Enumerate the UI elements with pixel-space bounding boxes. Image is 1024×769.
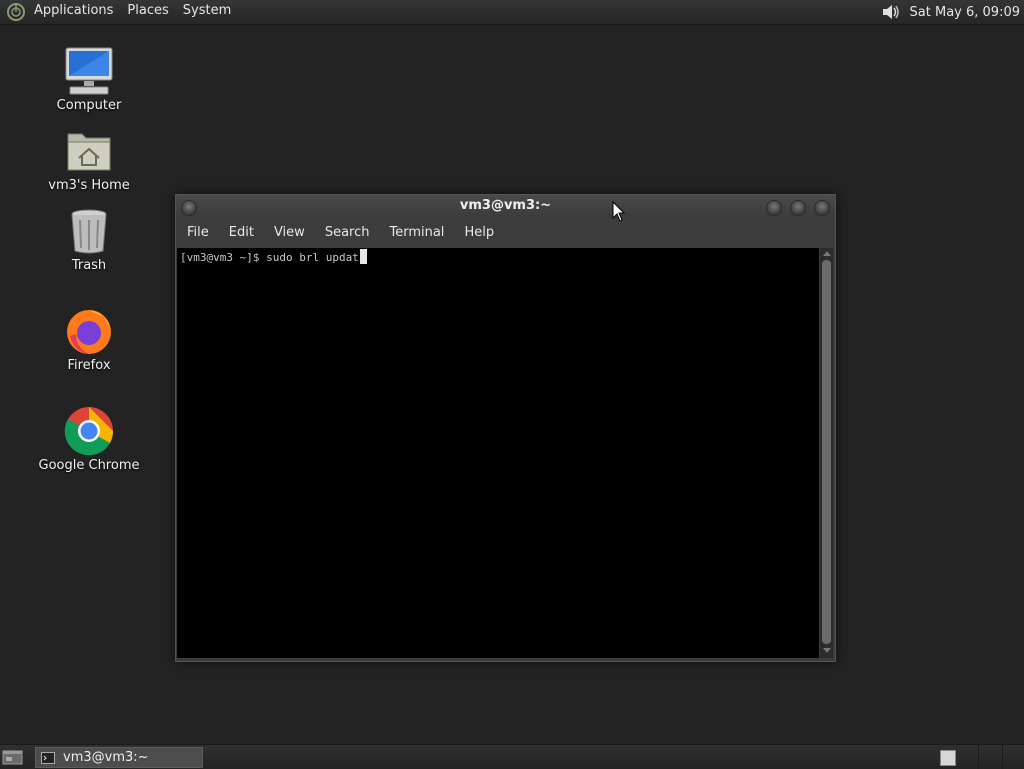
workspace-divider	[1002, 745, 1003, 769]
desktop-icon-label: Firefox	[67, 358, 111, 373]
places-menu[interactable]: Places	[120, 0, 175, 24]
bottom-panel: vm3@vm3:~	[0, 744, 1024, 769]
computer-icon	[65, 47, 113, 95]
chrome-icon	[64, 407, 114, 456]
menu-file[interactable]: File	[176, 220, 219, 246]
panel-tray: Sat May 6, 09:09	[880, 0, 1024, 24]
firefox-icon	[67, 310, 111, 354]
terminal-output[interactable]: [vm3@vm3 ~]$ sudo brl updat	[177, 248, 819, 658]
menu-terminal[interactable]: Terminal	[379, 220, 454, 246]
menu-search[interactable]: Search	[315, 220, 380, 246]
terminal-window[interactable]: vm3@vm3:~ File Edit View Search Terminal…	[175, 194, 836, 662]
prompt-line: [vm3@vm3 ~]$ sudo brl updat	[180, 249, 367, 264]
desktop-icon-label: vm3's Home	[48, 178, 130, 193]
scrollbar-thumb[interactable]	[822, 260, 831, 644]
command-text: [vm3@vm3 ~]$ sudo brl updat	[180, 251, 359, 264]
mouse-pointer-icon	[612, 201, 626, 222]
show-desktop-icon[interactable]	[2, 748, 24, 766]
volume-icon[interactable]	[880, 2, 902, 22]
menu-view[interactable]: View	[264, 220, 315, 246]
minimize-button[interactable]	[766, 200, 782, 216]
desktop-icon-trash[interactable]: Trash	[34, 206, 144, 273]
applications-logo-icon[interactable]	[6, 2, 26, 22]
desktop-icon-label: Google Chrome	[38, 458, 140, 473]
trash-icon	[71, 209, 107, 254]
desktop-icon-firefox[interactable]: Firefox	[34, 306, 144, 373]
close-button[interactable]	[814, 200, 830, 216]
text-cursor	[359, 249, 367, 264]
scroll-up-arrow-icon[interactable]	[823, 251, 831, 256]
terminal-icon	[41, 751, 55, 764]
top-panel: Applications Places System Sat May 6, 09…	[0, 0, 1024, 25]
desktop-icon-label: Computer	[56, 98, 122, 113]
workspace-switcher-1[interactable]	[940, 750, 956, 766]
scroll-down-arrow-icon[interactable]	[823, 648, 831, 653]
taskbar-window-label: vm3@vm3:~	[63, 750, 149, 765]
terminal-menu-bar: File Edit View Search Terminal Help	[176, 220, 835, 246]
maximize-button[interactable]	[790, 200, 806, 216]
taskbar-window-button[interactable]: vm3@vm3:~	[35, 747, 203, 768]
clock[interactable]: Sat May 6, 09:09	[910, 5, 1020, 20]
window-title: vm3@vm3:~	[459, 198, 552, 213]
menu-edit[interactable]: Edit	[219, 220, 264, 246]
menu-help[interactable]: Help	[454, 220, 504, 246]
desktop-icon-home[interactable]: vm3's Home	[34, 126, 144, 193]
desktop-icon-chrome[interactable]: Google Chrome	[34, 406, 144, 473]
desktop-icon-label: Trash	[71, 258, 107, 273]
home-folder-icon	[67, 133, 111, 171]
applications-menu[interactable]: Applications	[27, 0, 120, 24]
scrollbar[interactable]	[820, 248, 833, 658]
system-menu[interactable]: System	[176, 0, 238, 24]
title-bar[interactable]: vm3@vm3:~	[176, 195, 835, 219]
workspace-divider	[978, 745, 979, 769]
desktop-icon-computer[interactable]: Computer	[34, 46, 144, 113]
